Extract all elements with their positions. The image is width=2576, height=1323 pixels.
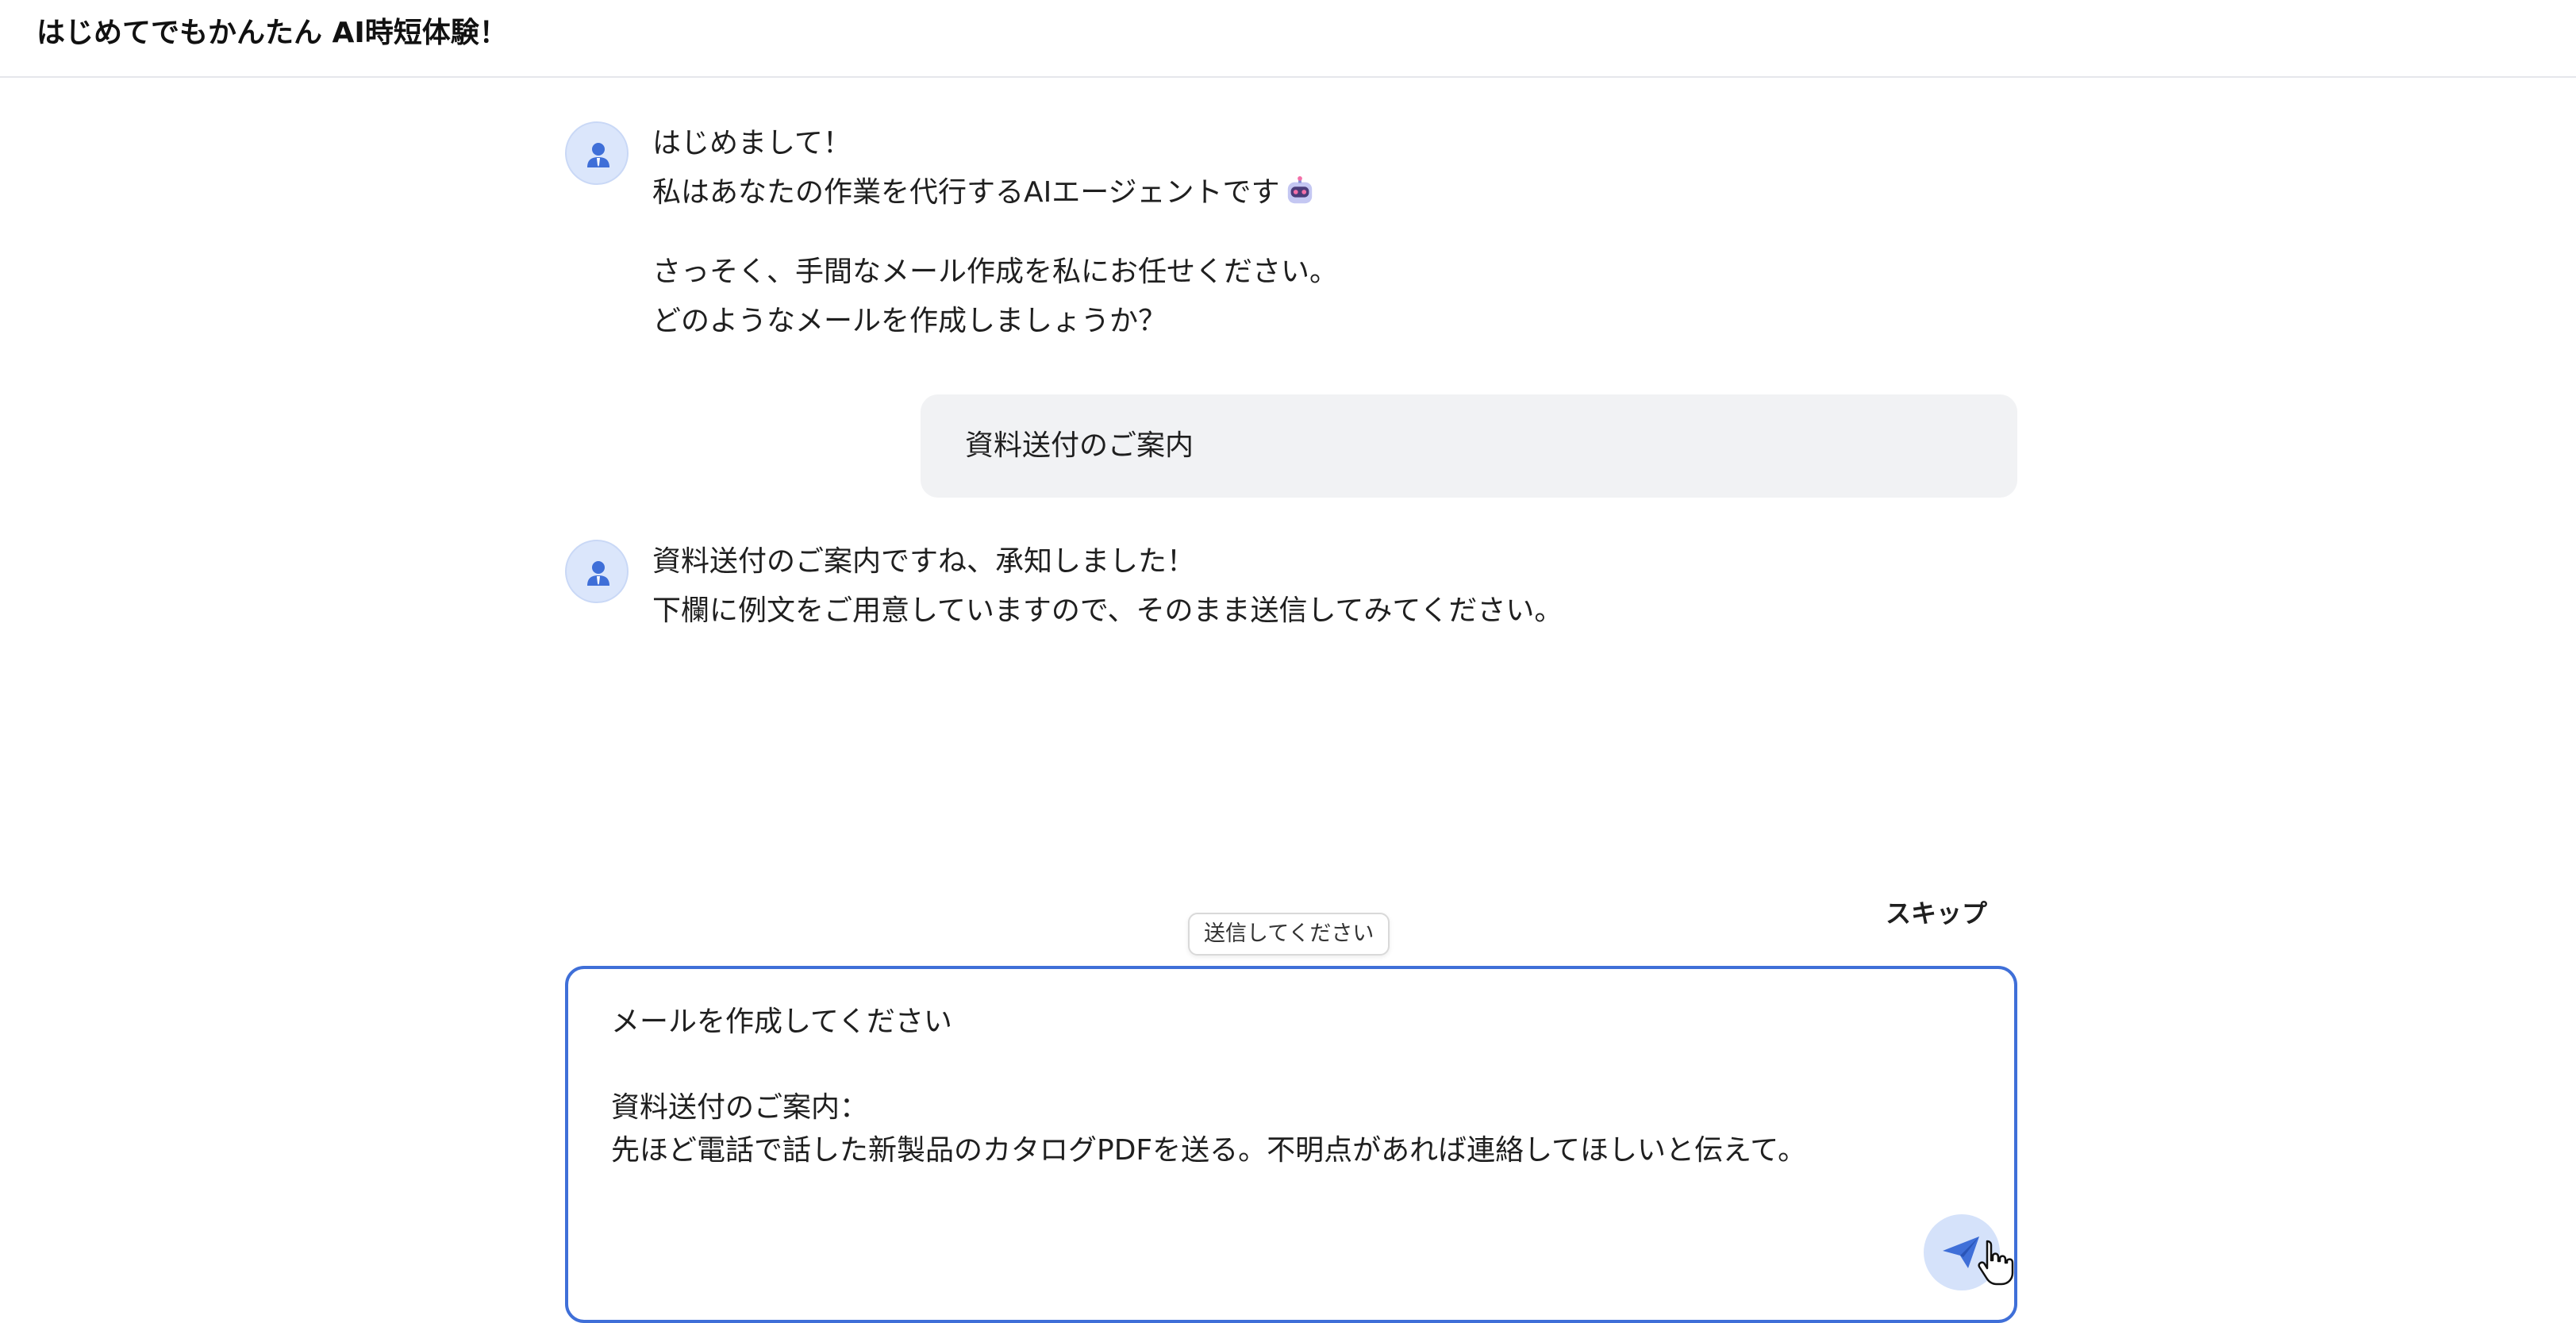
user-message-bubble: 資料送付のご案内 (921, 394, 2017, 498)
message-line: 下欄に例文をご用意していますので、そのまま送信してみてください。 (652, 594, 1563, 627)
hand-cursor-icon (1978, 1240, 2014, 1286)
user-message-text: 資料送付のご案内 (965, 429, 1194, 462)
user-avatar-icon (587, 561, 609, 586)
message-line: さっそく、手間なメール作成を私にお任せください。 (652, 256, 1339, 288)
message-line: 資料送付のご案内ですね、承知しました！ (652, 545, 1196, 578)
assistant-message-2: 資料送付のご案内ですね、承知しました！ 下欄に例文をご用意していますので、そのま… (652, 537, 1563, 636)
message-composer[interactable]: メールを作成してください 資料送付のご案内： 先ほど電話で話した新製品のカタログ… (565, 966, 2017, 1323)
message-line: どのようなメールを作成しましょうか？ (652, 305, 1167, 337)
app-header: はじめてでもかんたん AI時短体験！ (0, 0, 2576, 78)
app-title: はじめてでもかんたん AI時短体験！ (37, 17, 508, 49)
robot-face-icon (1287, 176, 1312, 204)
composer-blank-line (611, 1044, 1806, 1086)
message-line-text: 私はあなたの作業を代行するAIエージェントです (652, 176, 1280, 209)
message-line: はじめまして！ (652, 127, 852, 160)
assistant-avatar (565, 121, 629, 185)
composer-line: メールを作成してください (611, 1006, 952, 1038)
assistant-message-1: はじめまして！ 私はあなたの作業を代行するAIエージェントです さっそく、手間な… (652, 119, 1338, 346)
message-line: 私はあなたの作業を代行するAIエージェントです (652, 168, 1338, 217)
composer-line: 先ほど電話で話した新製品のカタログPDFを送る。不明点があれば連絡してほしいと伝… (611, 1134, 1807, 1167)
user-avatar-icon (587, 143, 609, 167)
composer-input[interactable]: メールを作成してください 資料送付のご案内： 先ほど電話で話した新製品のカタログ… (611, 1001, 1806, 1172)
send-hint-tooltip: 送信してください (1188, 913, 1390, 956)
composer-line: 資料送付のご案内： (611, 1091, 869, 1124)
assistant-avatar (565, 540, 629, 603)
skip-button[interactable]: スキップ (1886, 895, 1987, 932)
